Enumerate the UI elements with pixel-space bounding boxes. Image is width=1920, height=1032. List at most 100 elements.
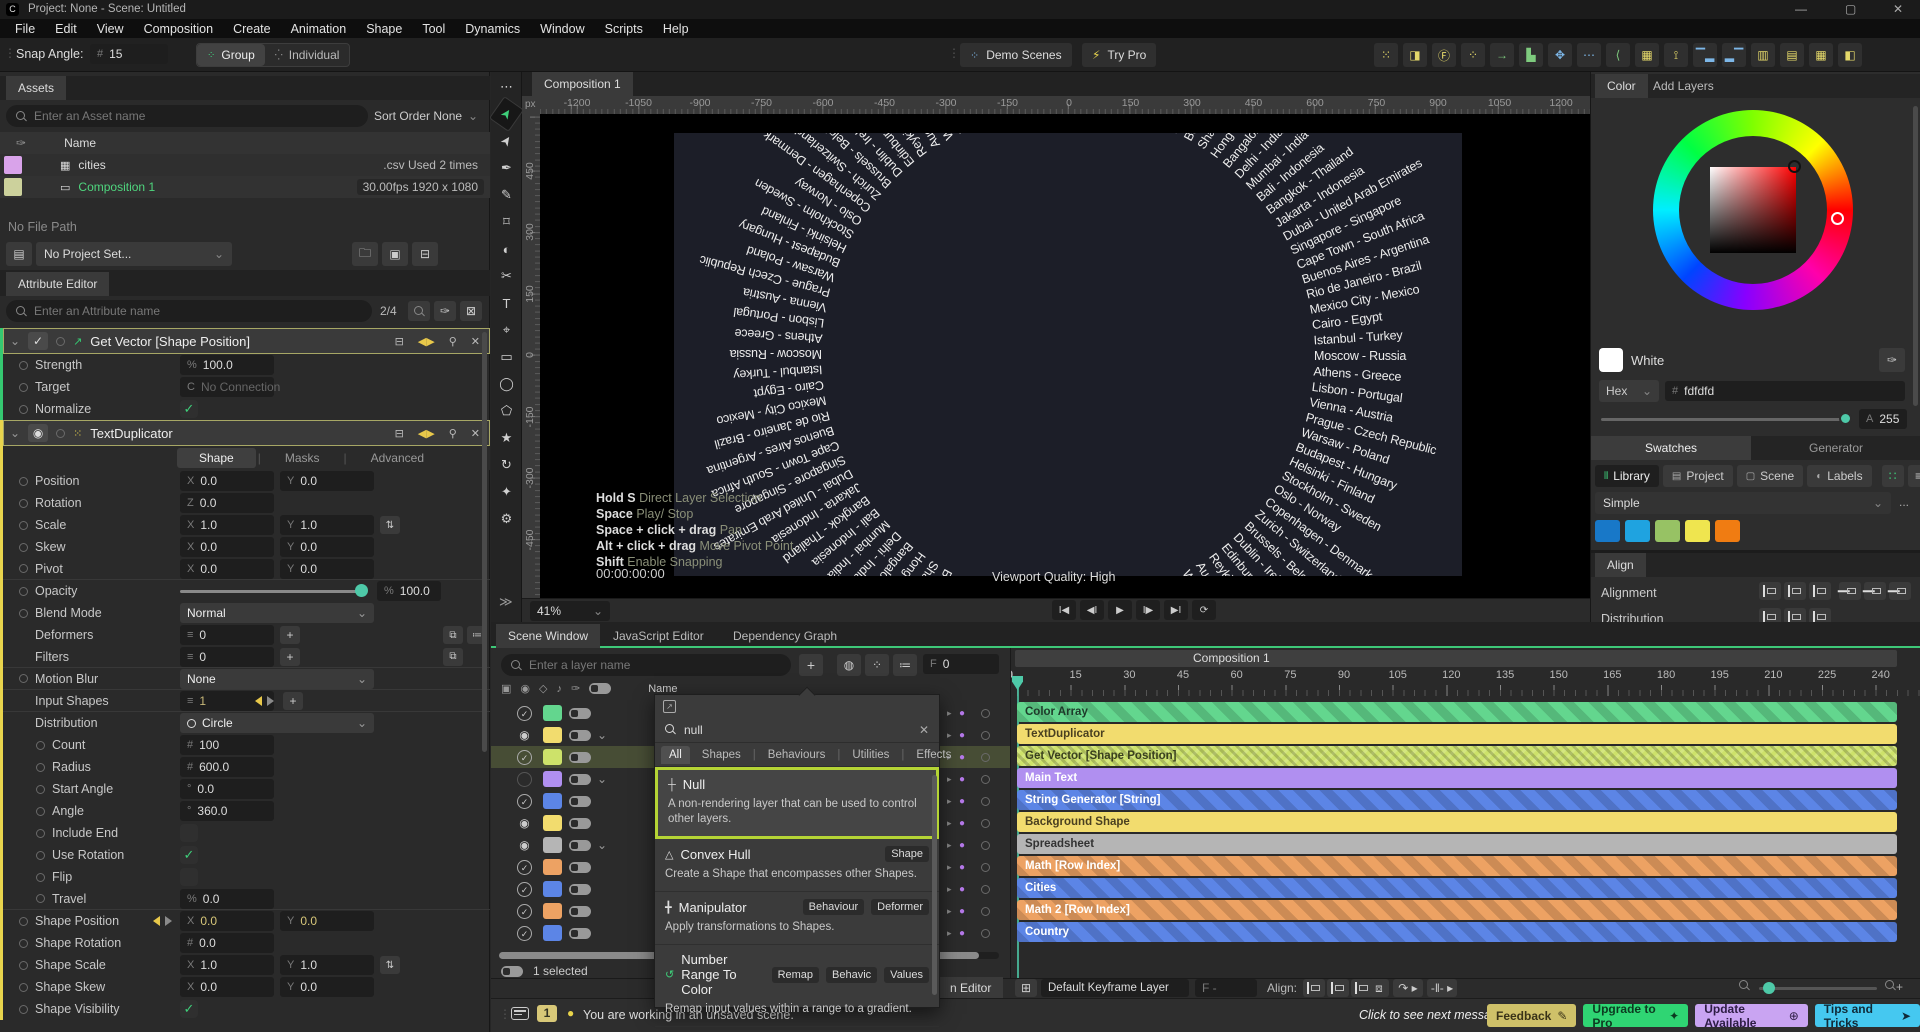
layer-toggle[interactable] [569,839,591,851]
keyframe-dot-icon[interactable]: ● [959,884,965,895]
keyframe-dot-icon[interactable]: ● [959,840,965,851]
loop-icon[interactable]: ⟳ [1192,600,1216,620]
loop-tool-icon[interactable]: ↻ [493,453,520,477]
timeline-bar[interactable]: Main Text [1017,768,1897,788]
color-swatch[interactable] [1625,520,1650,542]
timeline-bar[interactable]: Cities [1017,878,1897,898]
layer-solo-dot[interactable] [981,862,990,872]
align-middle-button[interactable] [1862,582,1886,600]
lib-tab-library[interactable]: ⫴ Library [1595,465,1659,487]
trash-icon[interactable]: ⊟ [412,242,438,266]
value-field[interactable]: ° 360.0 [180,801,274,821]
menu-item-animation[interactable]: Animation [282,20,356,38]
extra-icon[interactable]: ⧉ [443,647,463,666]
layer-color-chip[interactable] [543,881,562,897]
checkbox[interactable]: ✓ [180,400,198,418]
tab-advanced[interactable]: Advanced [349,448,446,468]
checkbox[interactable] [180,824,198,842]
layer-solo-dot[interactable] [981,774,990,784]
extrude-icon[interactable]: ◨ [1403,43,1427,67]
next-key-icon[interactable] [165,916,172,926]
menu-item-edit[interactable]: Edit [46,20,86,38]
keyframe-dot[interactable] [19,520,28,530]
timeline-zoom-knob[interactable] [1763,982,1775,994]
solo-dot-icon[interactable] [56,428,66,438]
keyframe-dot[interactable] [19,608,28,618]
menu-item-dynamics[interactable]: Dynamics [456,20,529,38]
chevron-down-icon[interactable]: ⌄ [10,334,20,348]
pencil-tool-icon[interactable]: ✎ [493,183,520,207]
pen-tool-icon[interactable]: ✒ [493,156,520,180]
keyframe-next-icon[interactable]: ▸ [947,774,952,785]
layer-toggle[interactable] [569,795,591,807]
add-layer-button[interactable]: + [799,654,823,676]
minimize-button[interactable]: — [1795,2,1807,16]
color-swatch[interactable] [1595,520,1620,542]
value-field[interactable]: % 100.0 [377,581,441,601]
next-message-link[interactable]: Click to see next message [1359,1008,1505,1022]
keyframe-dot-icon[interactable]: ● [959,708,965,719]
keyframe-next-icon[interactable]: ▸ [947,796,952,807]
checkbox[interactable]: ✓ [180,1000,198,1018]
asset-row[interactable]: ▭ Composition 1 30.00fps 1920 x 1080 [0,176,490,198]
value-field[interactable]: X 1.0 [180,955,274,975]
value-field[interactable]: X 0.0 [180,537,274,557]
value-field[interactable]: Y 0.0 [280,537,374,557]
layer-toggle[interactable] [569,751,591,763]
ease-curve-icon[interactable]: ↷ ▸ [1393,979,1423,997]
status-button-upgrade-to-pro[interactable]: Upgrade to Pro ✦ [1583,1002,1689,1030]
layer-toggle[interactable] [569,729,591,741]
skip-end-icon[interactable]: ▶I [1164,600,1188,620]
color-mode-dropdown[interactable]: Hex ⌄ [1599,380,1659,402]
demo-scenes-button[interactable]: ⁘ Demo Scenes [960,43,1072,67]
asset-sort-dropdown[interactable]: Sort Order None ⌄ [374,105,478,127]
keyframe-next-icon[interactable]: ▸ [947,906,952,917]
tab-shape[interactable]: Shape [177,448,256,468]
attribute-section-header[interactable]: ⌄ ◉ ⁙ TextDuplicator ⊟ ◀▶ ⚲ ✕ [3,420,490,446]
keyframe-dot-icon[interactable]: ● [959,730,965,741]
timeline-bar[interactable]: Math [Row Index] [1017,856,1897,876]
timeline-bar[interactable]: Math 2 [Row Index] [1017,900,1897,920]
link-xy-icon[interactable]: ⇅ [380,956,400,974]
chevron-down-icon[interactable]: ⌄ [597,728,607,742]
timeline-bar[interactable]: Spreadsheet [1017,834,1897,854]
layer-solo-dot[interactable] [981,928,990,938]
menu-item-tool[interactable]: Tool [413,20,454,38]
value-field[interactable]: #100 [180,735,274,755]
layer-solo-dot[interactable] [981,730,990,740]
status-button-update-available[interactable]: Update Available ⊕ [1695,1002,1808,1030]
overflow-dots-icon[interactable]: ⋯ [493,75,520,99]
play-icon[interactable]: ▶ [1108,600,1132,620]
menu-item-view[interactable]: View [88,20,133,38]
layer-visibility-icon[interactable]: ✓ [517,881,532,897]
layer-color-chip[interactable] [543,815,562,831]
swatch-more-button[interactable]: ... [1899,495,1909,509]
color-swatch[interactable] [1715,520,1740,542]
keyframe-b-icon[interactable]: ▂▔ [1722,43,1746,67]
project-set-icon[interactable]: ▤ [6,242,32,266]
align-bottom-button[interactable] [1887,582,1911,600]
tab-add-layers[interactable]: Add Layers [1653,79,1714,93]
layer-solo-dot[interactable] [981,840,990,850]
close-icon[interactable]: ✕ [468,427,483,440]
keyframe-dot[interactable] [36,828,45,838]
layer-toggle[interactable] [569,927,591,939]
keyframe-dot[interactable] [36,784,45,794]
box-select-icon[interactable]: ⧈ [1369,979,1389,997]
checkbox[interactable]: ✓ [180,846,198,864]
menu-item-window[interactable]: Window [531,20,593,38]
split-arrows-icon[interactable]: ◀▶ [415,335,438,348]
snap-angle-field[interactable]: # 15 [90,44,168,64]
timeline-zoom-track[interactable] [1759,987,1877,990]
popup-detach-icon[interactable]: ↗ [663,699,676,713]
alpha-field[interactable]: A 255 [1859,409,1907,429]
keyframe-dot[interactable] [19,564,28,573]
value-field[interactable]: Y 0.0 [280,471,374,491]
pin-attr-icon[interactable]: ✑ [434,301,456,321]
prev-key-icon[interactable] [153,916,160,926]
dropdown[interactable]: None ⌄ [180,668,374,689]
layer-color-chip[interactable] [543,771,562,787]
asset-search-input[interactable]: Enter an Asset name [6,105,368,127]
sphere-tool-icon[interactable]: ◐ [493,237,520,261]
keyframe-dot[interactable] [36,872,45,882]
